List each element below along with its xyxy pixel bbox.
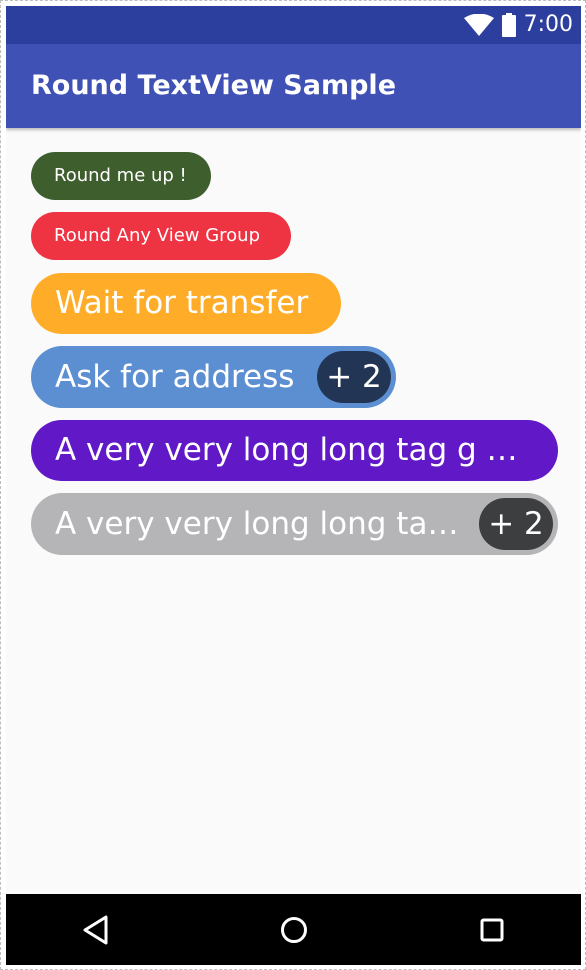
round-tag[interactable]: Wait for transfer xyxy=(31,273,341,334)
tag-label: Wait for transfer xyxy=(55,285,309,321)
tag-label: A very very long long ta… xyxy=(55,506,459,542)
tag-list: Round me up ! Round Any View Group Wait … xyxy=(6,128,581,894)
back-icon[interactable] xyxy=(78,912,114,948)
tag-label: A very very long long tag g g… xyxy=(55,432,528,468)
app-title: Round TextView Sample xyxy=(31,70,397,101)
count-badge: + 2 xyxy=(479,498,553,550)
round-tag[interactable]: A very very long long tag g g… xyxy=(31,420,558,481)
tag-label: Round me up ! xyxy=(54,165,187,186)
battery-icon xyxy=(501,13,516,37)
status-icons: 7:00 xyxy=(463,6,573,44)
status-bar: 7:00 xyxy=(6,6,581,44)
recent-apps-icon[interactable] xyxy=(474,912,510,948)
navigation-bar xyxy=(6,894,581,965)
tag-label: Round Any View Group xyxy=(54,225,261,246)
round-tag-with-badge[interactable]: A very very long long ta… + 2 xyxy=(31,493,558,555)
round-tag[interactable]: Round Any View Group xyxy=(31,212,291,260)
status-time: 7:00 xyxy=(523,12,573,37)
home-icon[interactable] xyxy=(276,912,312,948)
count-badge: + 2 xyxy=(317,351,391,403)
app-bar: Round TextView Sample xyxy=(6,44,581,128)
round-tag[interactable]: Round me up ! xyxy=(31,152,211,200)
device-screen: 7:00 Round TextView Sample Round me up !… xyxy=(6,6,581,965)
wifi-icon xyxy=(463,14,494,36)
round-tag-with-badge[interactable]: Ask for address + 2 xyxy=(31,346,396,408)
